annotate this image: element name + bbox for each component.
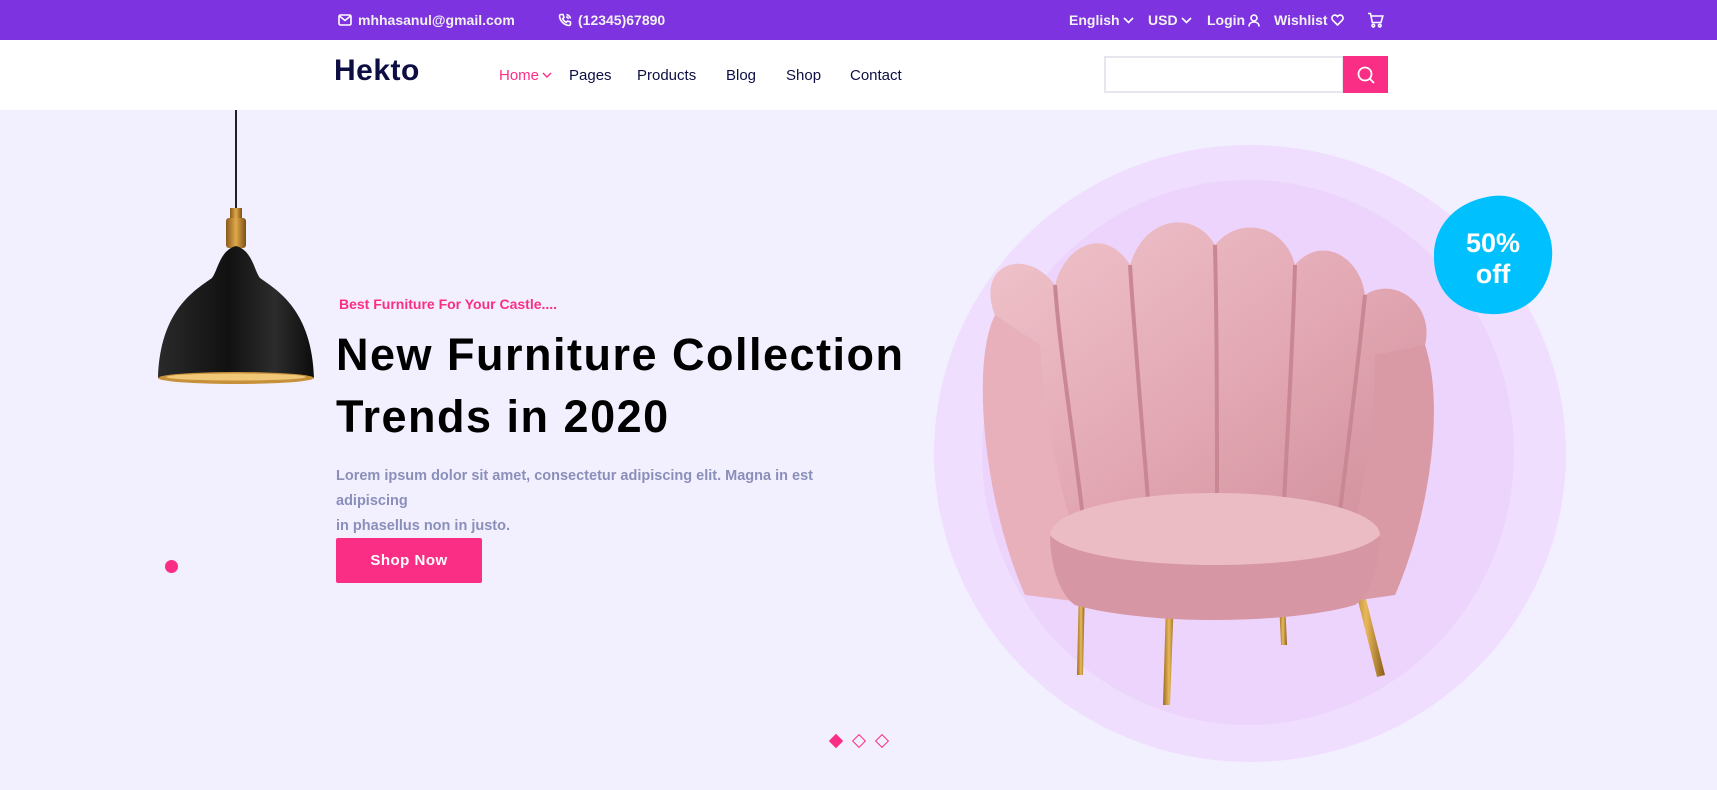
chevron-down-icon (1180, 16, 1192, 24)
nav-home[interactable]: Home (499, 40, 552, 110)
wishlist-label: Wishlist (1274, 12, 1328, 28)
hero-title-line2: Trends in 2020 (336, 391, 670, 442)
search-input[interactable] (1104, 56, 1344, 93)
phone-icon (558, 13, 572, 27)
login-label: Login (1207, 12, 1246, 28)
email-text: mhhasanul@gmail.com (358, 12, 515, 28)
hero-banner: Best Furniture For Your Castle.... New F… (0, 110, 1717, 790)
hero-description: Lorem ipsum dolor sit amet, consectetur … (336, 464, 856, 539)
wishlist-link[interactable]: Wishlist (1274, 0, 1344, 40)
nav-contact[interactable]: Contact (850, 40, 902, 110)
nav-home-label: Home (499, 66, 540, 84)
email-contact[interactable]: mhhasanul@gmail.com (338, 0, 515, 40)
phone-contact[interactable]: (12345)67890 (558, 0, 665, 40)
heart-icon (1330, 14, 1344, 26)
pendant-lamp-image (158, 110, 314, 384)
user-icon (1248, 13, 1260, 27)
slider-indicators (828, 733, 890, 749)
slider-dot-3[interactable] (874, 733, 890, 749)
logo[interactable]: Hekto (334, 54, 420, 88)
discount-text: 50% off (1430, 228, 1556, 290)
currency-select[interactable]: USD (1148, 0, 1192, 40)
search-button[interactable] (1343, 56, 1388, 93)
chevron-down-icon (1122, 16, 1134, 24)
slider-dot-1[interactable] (828, 733, 844, 749)
slider-dot-2[interactable] (851, 733, 867, 749)
nav-pages[interactable]: Pages (569, 40, 612, 110)
top-bar: mhhasanul@gmail.com (12345)67890 English… (0, 0, 1717, 40)
language-label: English (1069, 12, 1120, 28)
login-link[interactable]: Login (1207, 0, 1260, 40)
language-select[interactable]: English (1069, 0, 1134, 40)
currency-label: USD (1148, 12, 1178, 28)
hero-title-line1: New Furniture Collection (336, 329, 905, 380)
pink-armchair-image (982, 222, 1434, 705)
discount-percent: 50% (1465, 228, 1521, 258)
cart-icon (1368, 12, 1384, 28)
nav-shop[interactable]: Shop (786, 40, 821, 110)
hero-subtitle: Best Furniture For Your Castle.... (339, 296, 558, 312)
hero-description-line1: Lorem ipsum dolor sit amet, consectetur … (336, 468, 813, 509)
nav-products[interactable]: Products (637, 40, 696, 110)
hero-title: New Furniture Collection Trends in 2020 (336, 324, 956, 448)
hero-description-line2: in phasellus non in justo. (336, 518, 511, 534)
decorative-dot (165, 560, 178, 573)
shop-now-button[interactable]: Shop Now (336, 538, 482, 583)
discount-off: off (1475, 259, 1511, 289)
main-navbar: Hekto Home Pages Products Blog Shop Cont… (0, 40, 1717, 110)
chevron-down-icon (542, 72, 552, 78)
mail-icon (338, 14, 352, 26)
cart-button[interactable] (1367, 0, 1384, 40)
phone-text: (12345)67890 (578, 12, 666, 28)
nav-blog[interactable]: Blog (726, 40, 756, 110)
search-icon (1357, 66, 1375, 84)
